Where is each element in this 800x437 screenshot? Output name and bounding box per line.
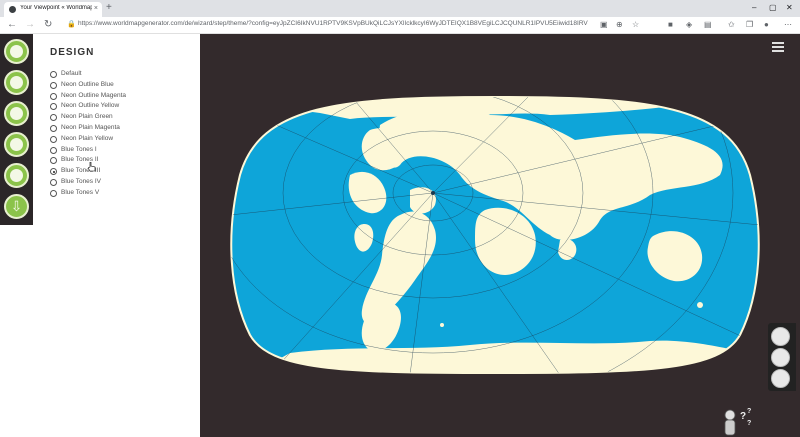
svg-text:?: ? (747, 420, 751, 427)
back-icon[interactable]: ← (7, 19, 17, 30)
lock-icon: 🔒 (67, 21, 76, 28)
profile-icon[interactable]: ● (764, 20, 769, 29)
hand-cursor-icon (88, 162, 96, 172)
svg-text:?: ? (747, 408, 751, 415)
favicon-icon (9, 6, 16, 13)
radio-button[interactable] (50, 71, 57, 78)
box-icon[interactable]: ▤ (704, 20, 712, 29)
option-label: Blue Tones IV (61, 177, 101, 185)
world-map[interactable] (230, 95, 760, 375)
menu-icon[interactable] (772, 42, 784, 52)
character-button-1[interactable] (771, 327, 790, 346)
read-icon[interactable]: ▣ (600, 20, 608, 29)
character-button-3[interactable] (771, 369, 790, 388)
option-label: Neon Plain Green (61, 113, 113, 121)
radio-button[interactable] (50, 103, 57, 111)
projection-step-icon[interactable] (4, 101, 29, 126)
radio-button[interactable] (50, 157, 57, 165)
radio-button[interactable] (50, 135, 57, 143)
minimize-icon[interactable]: – (752, 3, 756, 12)
radio-button-selected[interactable] (50, 168, 57, 176)
more-icon[interactable]: ⋯ (784, 20, 792, 29)
forward-icon[interactable]: → (25, 19, 35, 30)
url-text[interactable]: https://www.worldmapgenerator.com/de/wiz… (78, 20, 588, 27)
radio-button[interactable] (50, 92, 57, 100)
radio-button[interactable] (50, 189, 57, 197)
option-label: Neon Plain Magenta (61, 123, 120, 131)
option-label: Blue Tones I (61, 145, 97, 153)
radio-button[interactable] (50, 146, 57, 154)
option-label: Neon Outline Magenta (61, 91, 127, 99)
address-bar[interactable]: 🔒 https://www.worldmapgenerator.com/de/w… (64, 19, 594, 31)
shield-icon[interactable]: ◈ (686, 20, 692, 29)
reload-icon[interactable]: ↻ (44, 19, 52, 30)
tab-title: Your Viewpoint « Worldmapgen... (20, 5, 92, 11)
viewpoint-step-icon[interactable] (4, 70, 29, 95)
download-step-icon[interactable]: ⇩ (4, 194, 29, 219)
option-label: Default (61, 70, 82, 77)
option-label: Neon Outline Blue (61, 80, 114, 88)
collections-icon[interactable]: ❐ (746, 20, 753, 29)
favorites-star-icon[interactable]: ✩ (728, 20, 735, 29)
radio-button[interactable] (50, 114, 57, 122)
browser-tab[interactable]: Your Viewpoint « Worldmapgen... × (4, 2, 102, 17)
pole-marker (431, 191, 435, 195)
translate-icon[interactable]: ⊕ (616, 20, 623, 29)
wizard-steps: ⇩ (0, 34, 33, 225)
option-label: Neon Plain Yellow (61, 134, 114, 142)
maximize-icon[interactable]: ▢ (769, 3, 777, 12)
extension-icon[interactable]: ■ (668, 20, 673, 29)
browser-toolbar: ← → ↻ 🔒 https://www.worldmapgenerator.co… (0, 17, 800, 34)
design-panel: DESIGN Default Neon Outline Blue Neon Ou… (33, 34, 200, 437)
radio-button[interactable] (50, 81, 57, 89)
panel-heading: DESIGN (50, 47, 95, 58)
close-window-icon[interactable]: ✕ (786, 3, 793, 12)
location-step-icon[interactable] (4, 39, 29, 64)
design-step-icon[interactable] (4, 132, 29, 157)
character-button-2[interactable] (771, 348, 790, 367)
browser-tab-bar: Your Viewpoint « Worldmapgen... × + – ▢ … (0, 0, 800, 17)
new-tab-button[interactable]: + (106, 2, 112, 13)
radio-button[interactable] (50, 124, 57, 132)
help-character-icon[interactable]: ? ? ? (716, 405, 756, 437)
radio-button[interactable] (50, 178, 57, 186)
favorite-icon[interactable]: ☆ (632, 20, 639, 29)
option-label: Neon Outline Yellow (61, 102, 120, 110)
labels-step-icon[interactable] (4, 163, 29, 188)
tab-close-icon[interactable]: × (94, 5, 98, 12)
option-label: Blue Tones V (61, 188, 100, 196)
svg-text:?: ? (740, 411, 746, 422)
